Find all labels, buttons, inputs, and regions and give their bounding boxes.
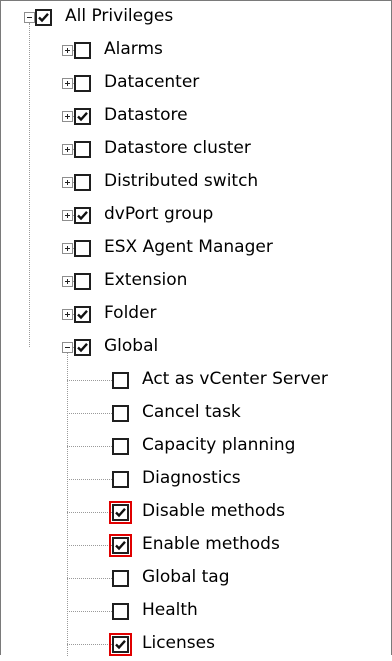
checkbox-capacity-planning[interactable] — [112, 438, 129, 455]
checkbox-diagnostics[interactable] — [112, 471, 129, 488]
tree-node-label: Cancel task — [142, 402, 241, 422]
checkmark-icon — [77, 210, 88, 221]
tree-node-label: Diagnostics — [142, 468, 241, 488]
tree-node-label: Disable methods — [142, 501, 285, 521]
checkbox-enable-methods[interactable] — [109, 534, 132, 557]
tree-node-label: Distributed switch — [104, 171, 259, 191]
checkbox-folder[interactable] — [74, 306, 91, 323]
tree-node-distributed-switch[interactable]: Distributed switch — [1, 166, 392, 199]
tree-node-enable-methods[interactable]: Enable methods — [1, 529, 392, 562]
tree-node-global[interactable]: Global — [1, 331, 392, 364]
tree-node-label: Global — [104, 336, 159, 356]
privileges-tree: All Privileges Alarms Datacenter Datastore D… — [1, 1, 392, 656]
expand-icon[interactable] — [62, 210, 73, 221]
tree-node-label: Extension — [104, 270, 188, 290]
expand-icon[interactable] — [62, 144, 73, 155]
tree-node-folder[interactable]: Folder — [1, 298, 392, 331]
checkbox-all-privileges[interactable] — [35, 9, 52, 26]
collapse-icon[interactable] — [62, 342, 73, 353]
tree-node-act-as-vcenter-server[interactable]: Act as vCenter Server — [1, 364, 392, 397]
tree-node-datacenter[interactable]: Datacenter — [1, 67, 392, 100]
tree-node-label: Licenses — [142, 633, 215, 653]
tree-node-datastore[interactable]: Datastore — [1, 100, 392, 133]
expand-icon[interactable] — [62, 45, 73, 56]
checkbox-esx-agent-manager[interactable] — [74, 240, 91, 257]
tree-node-diagnostics[interactable]: Diagnostics — [1, 463, 392, 496]
tree-node-datastore-cluster[interactable]: Datastore cluster — [1, 133, 392, 166]
tree-node-alarms[interactable]: Alarms — [1, 34, 392, 67]
checkmark-icon — [77, 111, 88, 122]
expand-icon[interactable] — [62, 276, 73, 287]
tree-node-label: Datastore cluster — [104, 138, 251, 158]
checkmark-icon — [38, 12, 49, 23]
checkbox-global-tag[interactable] — [112, 570, 129, 587]
tree-node-licenses[interactable]: Licenses — [1, 628, 392, 661]
expand-icon[interactable] — [62, 177, 73, 188]
tree-node-global-tag[interactable]: Global tag — [1, 562, 392, 595]
privileges-tree-panel: All Privileges Alarms Datacenter Datastore D… — [0, 0, 392, 656]
checkbox-global[interactable] — [74, 339, 91, 356]
tree-node-capacity-planning[interactable]: Capacity planning — [1, 430, 392, 463]
tree-node-label: All Privileges — [65, 6, 174, 26]
checkbox-health[interactable] — [112, 603, 129, 620]
checkbox-extension[interactable] — [74, 273, 91, 290]
expand-icon[interactable] — [62, 111, 73, 122]
tree-node-label: Datastore — [104, 105, 188, 125]
tree-node-label: Datacenter — [104, 72, 200, 92]
checkbox-datastore[interactable] — [74, 108, 91, 125]
expand-icon[interactable] — [62, 78, 73, 89]
tree-node-dvport-group[interactable]: dvPort group — [1, 199, 392, 232]
tree-node-label: Health — [142, 600, 198, 620]
checkbox-datastore-cluster[interactable] — [74, 141, 91, 158]
checkbox-datacenter[interactable] — [74, 75, 91, 92]
tree-node-disable-methods[interactable]: Disable methods — [1, 496, 392, 529]
checkmark-icon — [77, 309, 88, 320]
checkbox-licenses[interactable] — [109, 633, 132, 656]
tree-node-label: dvPort group — [104, 204, 214, 224]
checkbox-distributed-switch[interactable] — [74, 174, 91, 191]
tree-node-label: Alarms — [104, 39, 163, 59]
checkbox-act-as-vcenter-server[interactable] — [112, 372, 129, 389]
tree-node-label: Act as vCenter Server — [142, 369, 328, 389]
checkbox-disable-methods[interactable] — [109, 501, 132, 524]
checkbox-cancel-task[interactable] — [112, 405, 129, 422]
tree-node-all-privileges[interactable]: All Privileges — [1, 1, 392, 34]
tree-node-label: Folder — [104, 303, 157, 323]
tree-node-health[interactable]: Health — [1, 595, 392, 628]
tree-node-label: Enable methods — [142, 534, 280, 554]
tree-node-label: Global tag — [142, 567, 230, 587]
checkbox-alarms[interactable] — [74, 42, 91, 59]
tree-node-esx-agent-manager[interactable]: ESX Agent Manager — [1, 232, 392, 265]
tree-node-label: ESX Agent Manager — [104, 237, 273, 257]
tree-node-extension[interactable]: Extension — [1, 265, 392, 298]
tree-node-cancel-task[interactable]: Cancel task — [1, 397, 392, 430]
collapse-icon[interactable] — [24, 12, 35, 23]
checkmark-icon — [115, 507, 126, 518]
checkmark-icon — [115, 540, 126, 551]
checkbox-dvport-group[interactable] — [74, 207, 91, 224]
expand-icon[interactable] — [62, 243, 73, 254]
expand-icon[interactable] — [62, 309, 73, 320]
checkmark-icon — [77, 342, 88, 353]
checkmark-icon — [115, 639, 126, 650]
tree-node-label: Capacity planning — [142, 435, 296, 455]
